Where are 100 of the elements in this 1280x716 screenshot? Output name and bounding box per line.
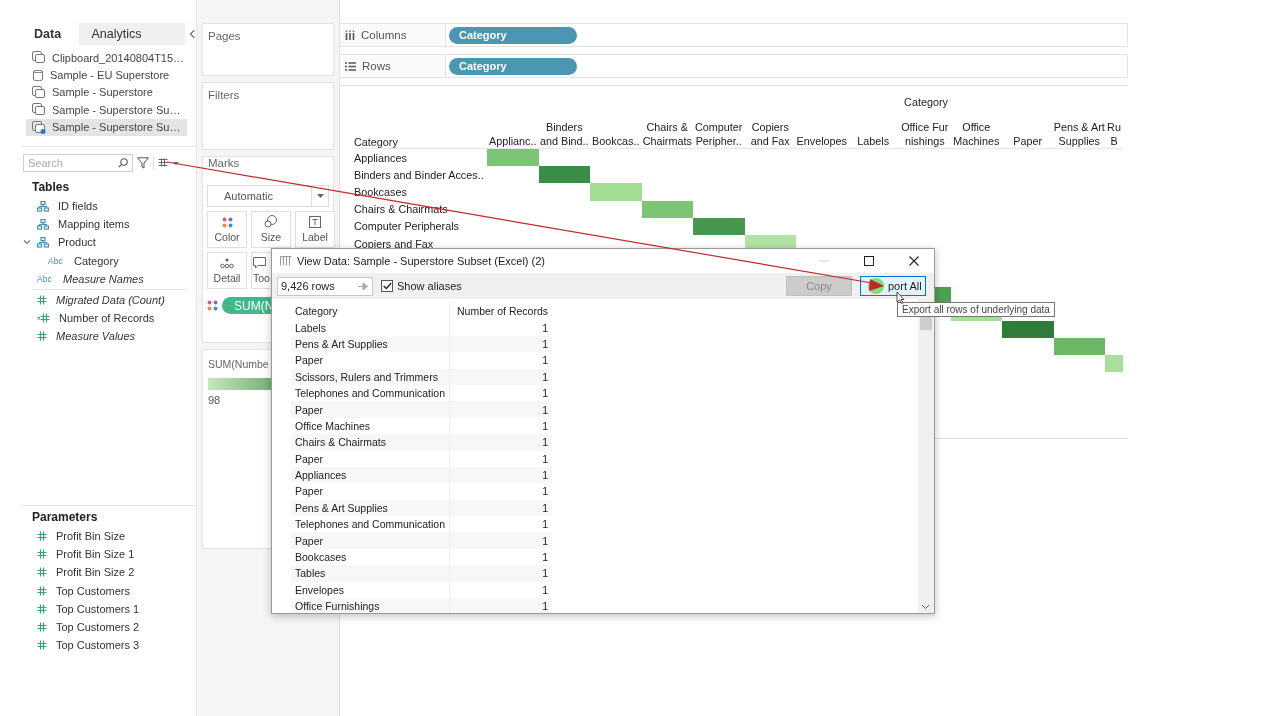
color-dots-icon — [221, 217, 233, 228]
row-header-title: Category — [354, 136, 398, 148]
data-source-item[interactable]: Sample - Superstore Su… — [26, 118, 187, 136]
table-cell: Tables — [291, 565, 450, 582]
column-header: Binders and Bind.. — [538, 120, 590, 149]
field-item[interactable]: Number of Records — [59, 312, 155, 325]
field-item[interactable]: Product — [58, 236, 96, 249]
type-icon: Abc — [37, 273, 54, 284]
detail-icon — [220, 258, 234, 269]
field-item[interactable]: Measure Names — [63, 272, 144, 285]
column-header: Pens & Art Supplies — [1053, 120, 1105, 149]
pointer-icon — [896, 291, 905, 304]
column-header: Chairs & Chairmats — [641, 120, 693, 149]
legend-title: SUM(Numbe — [208, 358, 269, 370]
table-cell: Labels — [291, 319, 450, 336]
linked-database-icon — [32, 51, 46, 65]
hash-icon — [37, 295, 47, 305]
hash-icon — [37, 640, 47, 651]
arrow-icon — [358, 281, 369, 291]
table-cell: 1 — [449, 532, 552, 549]
chevron-icon[interactable] — [23, 238, 31, 247]
field-item[interactable]: Measure Values — [56, 330, 136, 343]
parameter-item[interactable]: Top Customers 2 — [56, 621, 140, 634]
card-title: Pages — [207, 29, 242, 42]
mark-type-dropdown[interactable]: Automatic — [207, 185, 329, 207]
hash-icon — [37, 567, 47, 578]
show-aliases-checkbox[interactable]: Show aliases — [381, 280, 462, 292]
column-header: Envelopes — [796, 134, 848, 149]
table-cell: Scissors, Rulers and Trimmers — [291, 368, 450, 385]
row-header: Computer Peripherals — [354, 220, 460, 233]
data-source-item[interactable]: Sample - Superstore Su… — [26, 101, 187, 119]
table-cell: Pens & Art Supplies — [291, 335, 450, 353]
table-cell: 1 — [449, 384, 552, 402]
filter-icon[interactable] — [137, 156, 149, 169]
table-icon — [280, 256, 292, 266]
maximize-icon — [864, 256, 874, 266]
table-cell: 1 — [449, 516, 552, 533]
table-cell: 1 — [449, 434, 552, 451]
field-item[interactable]: Mapping items — [58, 218, 130, 231]
column-header: Copiers and Fax — [749, 120, 791, 149]
row-header: Copiers and Fax — [354, 237, 434, 250]
data-source-item[interactable]: Clipboard_20140804T15… — [26, 49, 187, 67]
hash-icon — [37, 603, 47, 614]
sidebar-tab[interactable]: Analytics — [79, 23, 186, 45]
shelf-label: Rows — [362, 60, 391, 72]
table-cell: Paper — [291, 483, 450, 500]
parameter-item[interactable]: Top Customers 1 — [56, 602, 140, 615]
table-cell: Pens & Art Supplies — [291, 499, 450, 517]
size-icon — [264, 215, 278, 228]
linked-database-icon — [32, 85, 46, 99]
column-header: Bookcas.. — [591, 134, 641, 149]
hash-icon — [37, 331, 47, 342]
scroll-down-icon[interactable] — [921, 604, 930, 610]
column-header: Paper — [1012, 134, 1044, 149]
column-header: Ru B — [1106, 120, 1122, 149]
table-cell: 1 — [449, 368, 552, 385]
table-cell: 1 — [449, 499, 552, 517]
caret-icon — [316, 194, 324, 198]
search-field[interactable]: Search — [23, 153, 133, 172]
table-cell: Paper — [291, 532, 450, 549]
table-cell: Paper — [291, 352, 450, 369]
collapse-icon[interactable] — [189, 29, 196, 39]
speech-bubble-icon — [253, 257, 266, 269]
section-heading: Parameters — [32, 510, 99, 524]
marks-button[interactable]: Color — [207, 211, 247, 248]
parameter-item[interactable]: Profit Bin Size 2 — [56, 566, 135, 579]
data-source-item[interactable]: Sample - EU Superstore — [26, 66, 187, 84]
field-item[interactable]: Category — [74, 254, 119, 267]
table-cell: 1 — [449, 581, 552, 599]
table-cell: 1 — [449, 352, 552, 369]
marks-button[interactable]: Size — [251, 211, 291, 248]
color-dots-icon — [207, 300, 218, 311]
data-source-item[interactable]: Sample - Superstore — [26, 83, 187, 102]
field-item[interactable]: ID fields — [58, 200, 98, 213]
table-cell: 1 — [449, 483, 552, 500]
row-header: Chairs & Chairmats — [354, 203, 448, 216]
calculated-hash-icon — [37, 313, 50, 324]
rows-icon — [345, 61, 356, 71]
tooltip: Export all rows of underlying data — [897, 302, 1055, 317]
table-cell: 1 — [449, 466, 552, 484]
section-heading: Tables — [32, 179, 71, 194]
label-icon — [309, 216, 321, 228]
parameter-item[interactable]: Top Customers 3 — [56, 639, 140, 652]
marks-button[interactable]: Label — [295, 211, 335, 248]
table-cell: 1 — [449, 319, 552, 336]
parameter-item[interactable]: Profit Bin Size — [56, 530, 126, 543]
parameter-item[interactable]: Profit Bin Size 1 — [56, 548, 135, 561]
row-header: Binders and Binder Acces.. — [354, 168, 484, 181]
marks-button[interactable]: Detail — [207, 252, 247, 289]
column-header: Office Machines — [952, 120, 1001, 149]
view-options-icon[interactable] — [158, 157, 180, 168]
row-header: Bookcases — [354, 185, 407, 198]
table-cell: 1 — [449, 335, 552, 353]
card-title: Marks — [207, 157, 241, 169]
field-item[interactable]: Migrated Data (Count) — [56, 294, 165, 306]
table-cell: 1 — [449, 565, 552, 582]
hierarchy-icon — [37, 218, 49, 230]
row-count-field[interactable]: 9,426 rows — [277, 276, 373, 296]
parameter-item[interactable]: Top Customers — [56, 584, 130, 597]
table-cell: Paper — [291, 401, 450, 418]
